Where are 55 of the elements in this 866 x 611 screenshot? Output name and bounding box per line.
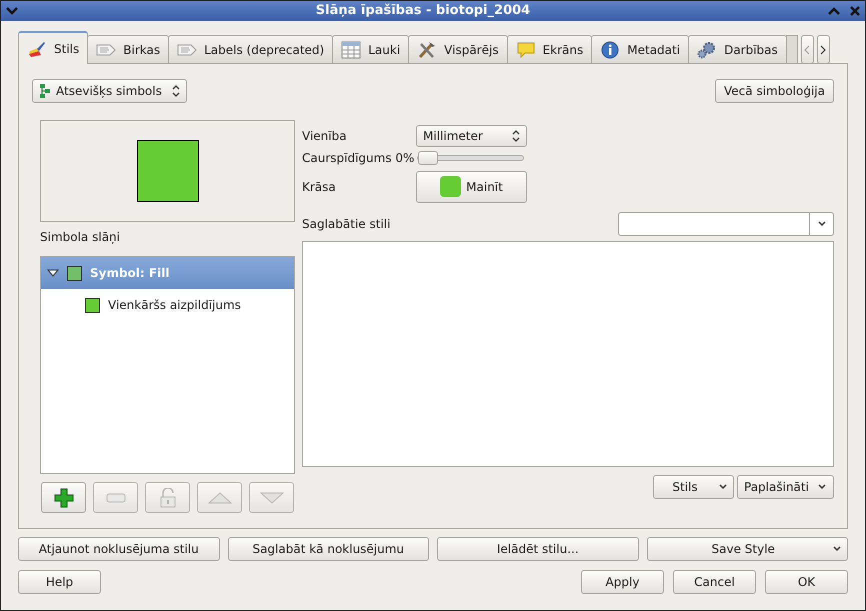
unit-label: Vienība: [302, 128, 348, 145]
tab[interactable]: Stils: [18, 31, 88, 64]
tree-item[interactable]: Vienkāršs aizpildījums: [41, 289, 294, 321]
right-chevron-icon: [820, 44, 826, 54]
saved-styles-combobox[interactable]: [618, 212, 834, 236]
change-color-button[interactable]: Mainīt: [416, 170, 527, 202]
expander-icon[interactable]: [47, 268, 59, 278]
maximize-icon[interactable]: [827, 5, 841, 17]
left-chevron-icon: [804, 44, 810, 54]
speech-bubble-icon: [516, 40, 536, 58]
tools-icon: [417, 40, 438, 58]
slider-handle[interactable]: [418, 151, 438, 165]
padlock-icon: [160, 488, 176, 508]
paintbrush-icon: [27, 40, 47, 58]
unit-dropdown[interactable]: Millimeter: [416, 125, 527, 147]
close-icon[interactable]: [849, 5, 861, 17]
tab[interactable]: Vispārējs: [408, 35, 508, 64]
tab[interactable]: Labels (deprecated): [168, 35, 334, 64]
window-title: Slāņa īpašības - biotopi_2004: [314, 2, 532, 20]
tab[interactable]: Metadati: [591, 35, 690, 64]
up-triangle-icon: [208, 492, 232, 504]
tab[interactable]: Lauki: [332, 35, 410, 64]
caret-icon: [512, 130, 520, 142]
tree-structure-icon: [39, 83, 51, 99]
help-button[interactable]: Help: [18, 570, 101, 594]
dialog-button[interactable]: Cancel: [673, 570, 756, 594]
action-button[interactable]: Saglabāt kā noklusējumu: [228, 537, 429, 561]
tab[interactable]: Ekrāns: [506, 35, 592, 64]
action-button[interactable]: Atjaunot noklusējuma stilu: [18, 537, 220, 561]
add-button[interactable]: [41, 482, 86, 513]
info-icon: [600, 40, 620, 58]
plus-icon: [54, 488, 74, 508]
table-icon: [341, 40, 362, 58]
action-button[interactable]: Ielādēt stilu...: [437, 537, 638, 561]
tab[interactable]: Birkas: [87, 35, 170, 64]
menu-button[interactable]: Stils: [653, 475, 734, 499]
gears-icon: [697, 40, 718, 58]
down-triangle-icon: [260, 492, 284, 504]
old-symbology-button[interactable]: Vecā simboloģija: [715, 79, 834, 103]
menu-button[interactable]: Save Style: [646, 537, 848, 561]
transparency-label: Caurspīdīgums 0%: [302, 150, 414, 167]
saved-styles-label: Saglabātie stili: [302, 216, 390, 233]
tree-item-label: Symbol: Fill: [90, 265, 170, 282]
caret-icon: [172, 85, 180, 97]
scroll-right-button[interactable]: [816, 35, 830, 64]
color-label: Krāsa: [302, 178, 337, 196]
renderer-dropdown[interactable]: Atsevišķs simbols: [32, 79, 187, 103]
tab[interactable]: Darbības: [688, 35, 787, 64]
tree-item-label: Vienkāršs aizpildījums: [108, 297, 241, 314]
symbol-layers-label: Simbola slāņi: [40, 229, 121, 246]
dialog-button[interactable]: Apply: [581, 570, 664, 594]
menu-chevron-icon[interactable]: [5, 5, 19, 17]
minus-icon: [106, 492, 126, 502]
menu-button[interactable]: Paplašināti: [737, 475, 834, 499]
dialog-button[interactable]: OK: [765, 570, 848, 594]
